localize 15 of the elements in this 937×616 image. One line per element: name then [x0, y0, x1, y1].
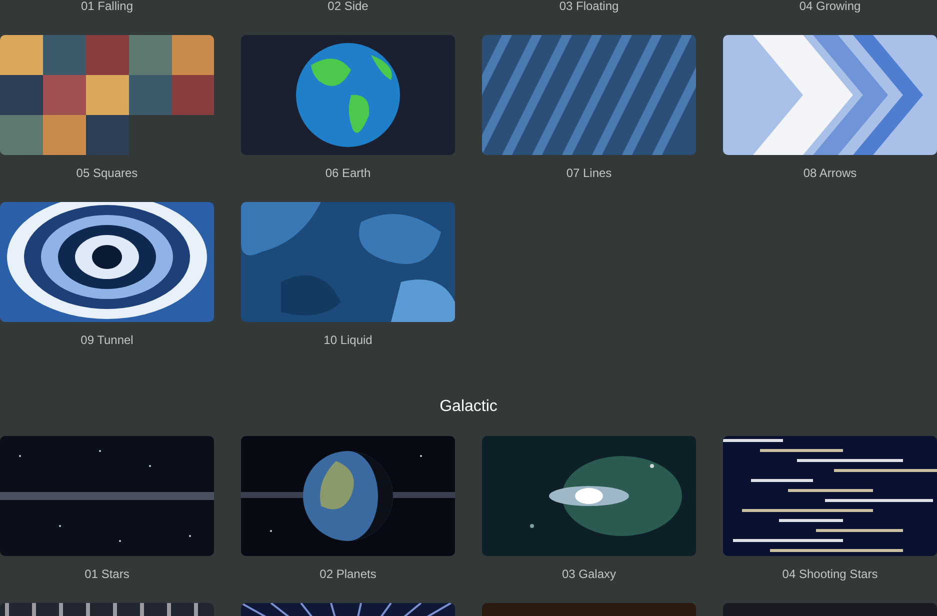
section-title: Galactic	[438, 397, 498, 417]
thumbnail-label: 01 Stars	[84, 566, 130, 582]
thumbnail-label: 04 Growing	[798, 0, 862, 14]
thumbnail-label: 03 Galaxy	[560, 566, 618, 582]
thumbnail-label: 08 Arrows	[802, 165, 858, 181]
thumbnail-label: 04 Shooting Stars	[781, 566, 879, 582]
thumbnail-label: 02 Side	[326, 0, 370, 14]
thumbnail-label: 02 Planets	[318, 566, 378, 582]
thumbnail-label: 05 Squares	[75, 165, 139, 181]
thumbnail-label: 10 Liquid	[322, 332, 374, 348]
thumbnail-label: 09 Tunnel	[80, 332, 134, 348]
thumbnail-label: 06 Earth	[324, 165, 372, 181]
thumbnail-label: 01 Falling	[80, 0, 134, 14]
thumbnail-label: 07 Lines	[565, 165, 613, 181]
thumbnail-label: 03 Floating	[558, 0, 620, 14]
